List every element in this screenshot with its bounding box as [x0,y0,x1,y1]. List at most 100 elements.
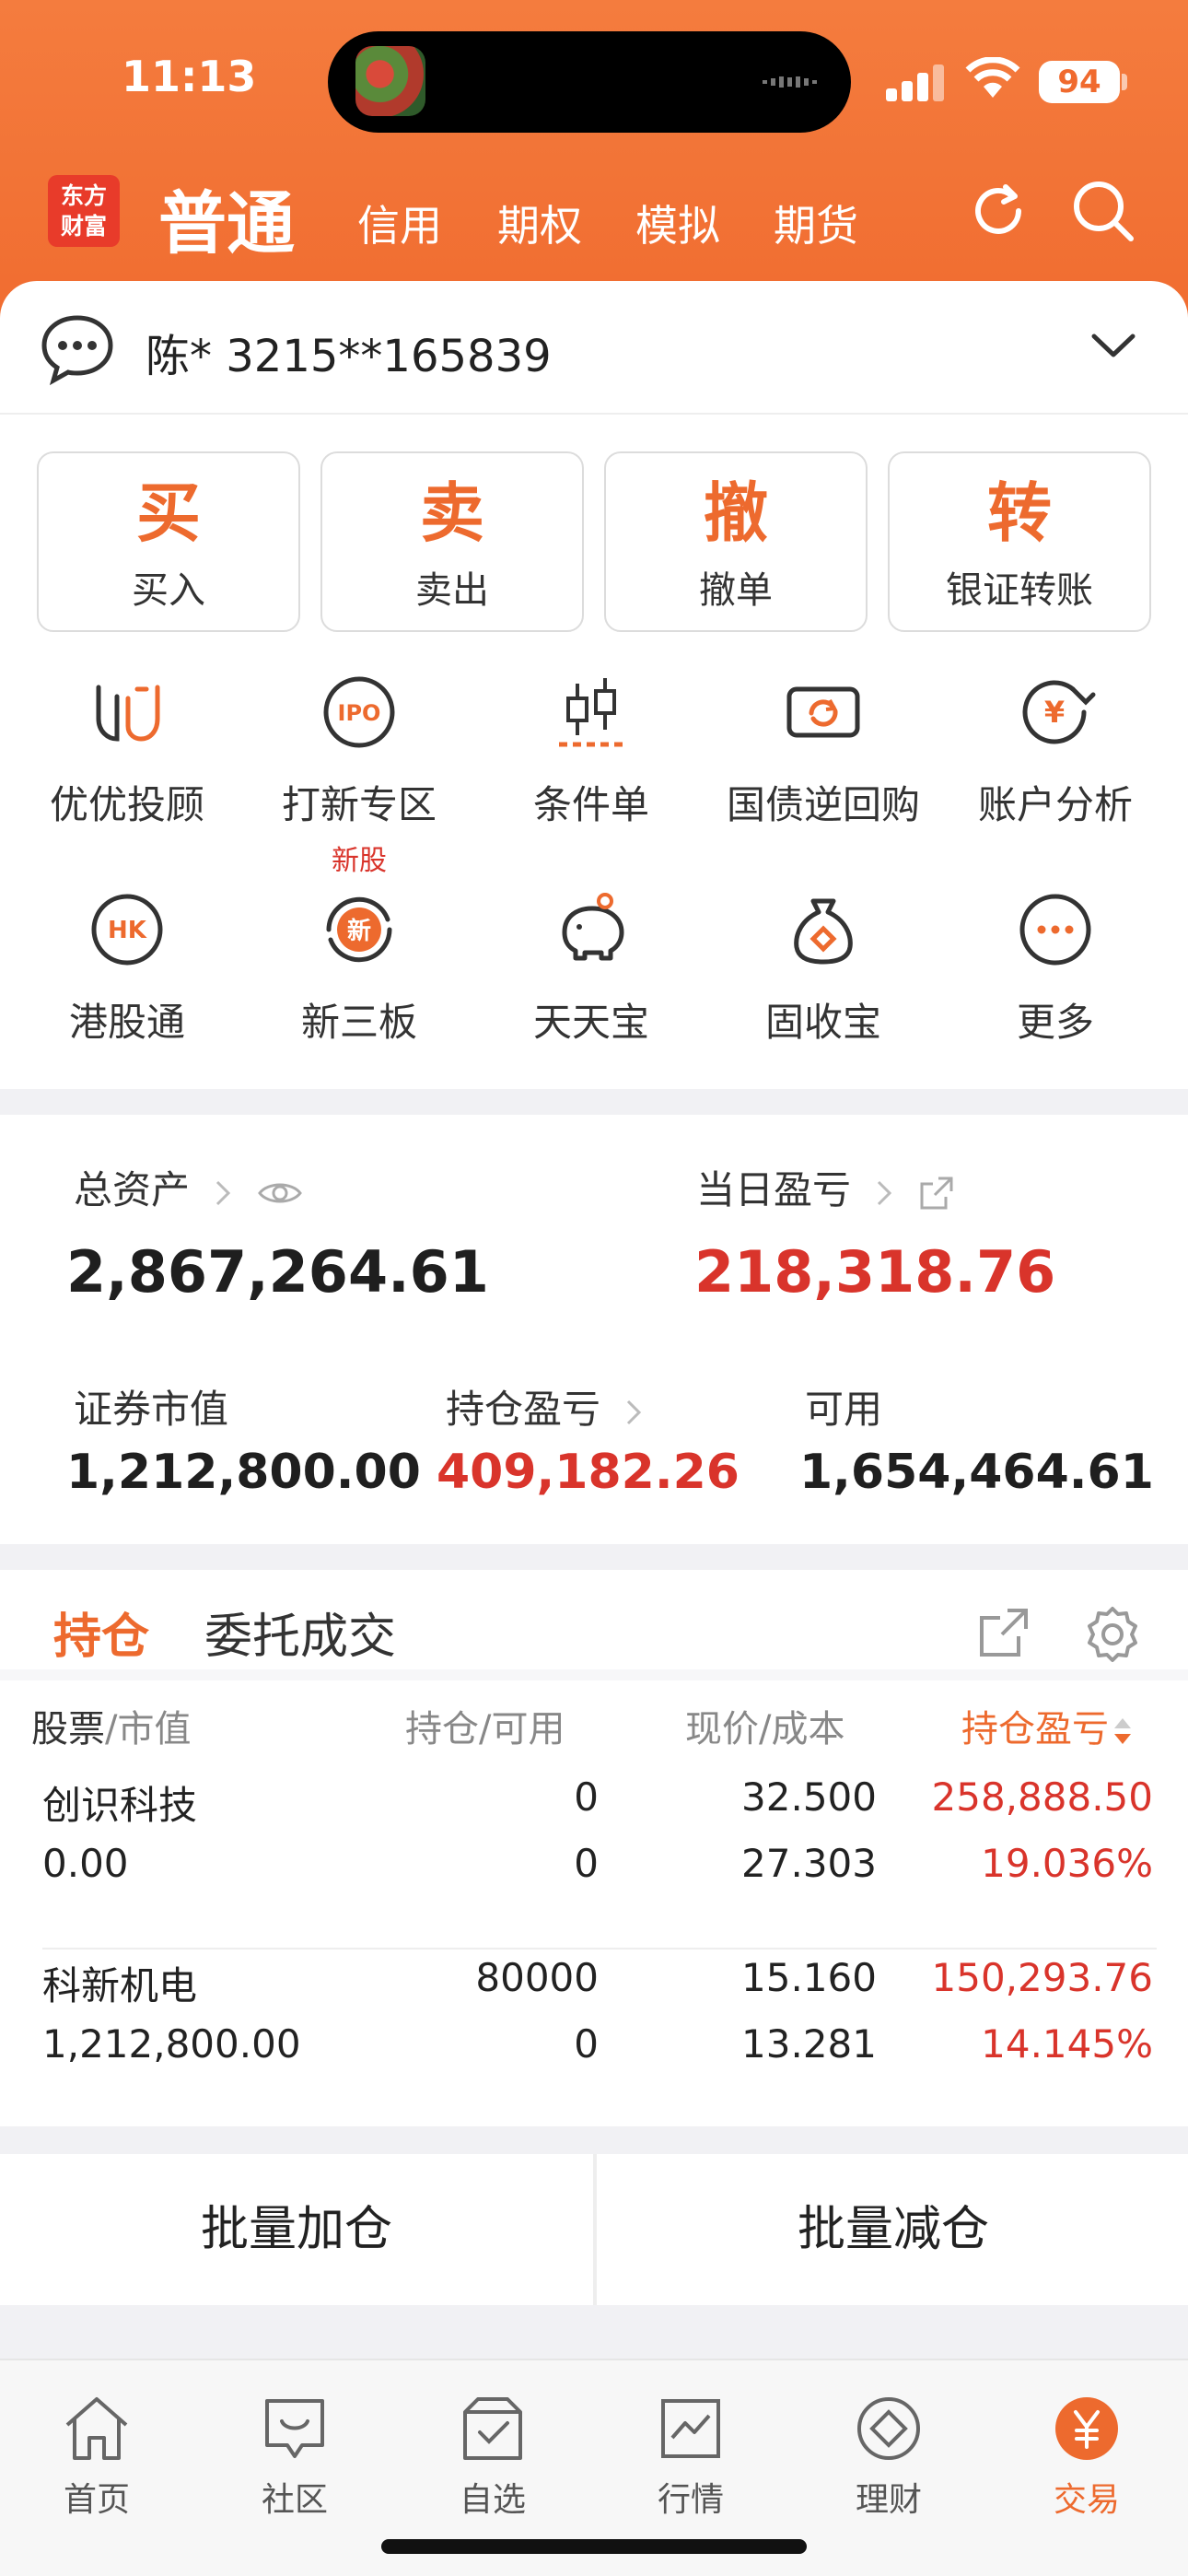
function-reverse-repo[interactable]: 国债逆回购 [707,671,939,830]
tab-label: 交易 [1053,2481,1120,2519]
tab-futures[interactable]: 期货 [774,193,858,253]
batch-add-button[interactable]: 批量加仓 [0,2154,593,2305]
function-neeq[interactable]: 新 新三板 [243,888,475,1048]
account-analysis-icon: ¥ [1022,680,1096,744]
bank-transfer-button[interactable]: 转 银证转账 [888,451,1151,632]
tab-market[interactable]: 行情 [599,2392,783,2521]
tab-options[interactable]: 期权 [497,193,582,253]
col-hold-available[interactable]: 持仓/可用 [405,1699,565,1752]
eastmoney-logo: 东方 财富 [48,175,120,247]
new-stock-tag: 新股 [332,845,387,877]
position-pl: 258,888.50 [931,1774,1153,1820]
export-icon[interactable] [976,1605,1031,1660]
chevron-down-icon[interactable] [1090,331,1136,360]
tab-label: 行情 [657,2481,724,2519]
logo-line-2: 财富 [60,213,107,240]
batch-reduce-button[interactable]: 批量减仓 [597,2154,1188,2305]
now-playing-thumbnail [355,46,425,116]
col-available: /可用 [479,1708,565,1751]
function-label: 国债逆回购 [726,782,920,827]
col-position-pl[interactable]: 持仓盈亏 [961,1699,1133,1752]
positions-panel: 持仓 委托成交 股票/市值 持仓/可用 现价/成本 持仓盈亏 创识科技 0.00… [0,1570,1188,2126]
hold-qty: 0 [574,1774,599,1820]
stock-name: 科新机电 [42,1963,198,2008]
sort-icon [1114,1718,1131,1744]
brand-bar: 东方 财富 普通 信用 期权 模拟 期货 [0,161,1188,281]
home-indicator[interactable] [381,2539,807,2554]
tab-label: 理财 [855,2481,922,2519]
current-price: 15.160 [741,1955,877,2000]
dynamic-island[interactable] [328,31,851,133]
settings-gear-icon[interactable] [1083,1605,1142,1664]
function-more[interactable]: 更多 [939,888,1171,1048]
chevron-right-icon [878,1180,892,1205]
col-price-cost[interactable]: 现价/成本 [685,1699,844,1752]
hk-icon: HK [91,894,163,966]
svg-text:¥: ¥ [1044,695,1065,730]
sell-button[interactable]: 卖 卖出 [320,451,584,632]
tab-watchlist[interactable]: 自选 [401,2392,585,2521]
tab-community[interactable]: 社区 [203,2392,387,2521]
search-icon[interactable] [1068,176,1138,246]
eye-icon[interactable] [257,1178,303,1208]
tab-normal[interactable]: 普通 [158,169,295,267]
more-icon [1019,894,1091,966]
candlestick-icon [559,678,623,747]
svg-text:新: 新 [347,917,371,945]
total-assets-link[interactable]: 总资产 [74,1159,303,1215]
tab-label: 自选 [459,2481,526,2519]
chevron-right-icon [216,1180,231,1205]
function-label: 更多 [1016,1000,1094,1045]
function-account-analysis[interactable]: ¥ 账户分析 [939,671,1171,830]
tab-positions[interactable]: 持仓 [53,1598,149,1667]
position-pl-pct: 19.036% [981,1841,1153,1886]
trade-icon [1055,2397,1118,2460]
position-pl-link[interactable]: 持仓盈亏 [446,1378,642,1434]
share-out-icon[interactable] [918,1175,955,1212]
position-pl: 150,293.76 [931,1955,1153,2000]
buy-char: 买 [136,475,201,551]
function-label: 条件单 [532,782,649,827]
cost-price: 13.281 [741,2021,877,2067]
hold-qty: 80000 [475,1955,599,2000]
col-marketvalue: /市值 [105,1708,192,1751]
cost-price: 27.303 [741,1841,877,1886]
function-advisor[interactable]: 优优投顾 [11,671,243,830]
wifi-icon [965,57,1020,98]
col-stock-marketvalue[interactable]: 股票/市值 [31,1699,191,1752]
table-row[interactable]: 科新机电 1,212,800.00 80000 0 15.160 13.281 … [0,1955,1188,2136]
function-conditional-order[interactable]: 条件单 [475,671,707,830]
piggy-bank-icon [562,893,624,961]
ipo-icon: IPO [323,676,395,748]
cancel-label: 撤单 [699,569,773,612]
col-stock: 股票 [31,1708,105,1751]
current-price: 32.500 [741,1774,877,1820]
function-gushoubao[interactable]: 固收宝 [707,888,939,1048]
tab-home[interactable]: 首页 [5,2392,189,2521]
market-value-label: 证券市值 [74,1387,229,1432]
tab-wealth[interactable]: 理财 [797,2392,981,2521]
chat-bubble-icon[interactable] [41,312,114,386]
buy-button[interactable]: 买 买入 [37,451,300,632]
function-label: 港股通 [68,1000,185,1045]
table-row[interactable]: 创识科技 0.00 0 0 32.500 27.303 258,888.50 1… [0,1774,1188,1955]
cancel-order-button[interactable]: 撤 撤单 [604,451,868,632]
stock-market-value: 0.00 [42,1841,129,1886]
account-selector[interactable]: 陈* 3215**165839 [0,281,1188,415]
function-label: 新三板 [300,1000,417,1045]
watchlist-icon [463,2397,522,2460]
refresh-icon[interactable] [963,176,1033,246]
daily-pl-link[interactable]: 当日盈亏 [696,1159,955,1215]
svg-text:HK: HK [108,917,147,944]
tab-trade[interactable]: 交易 [995,2392,1179,2521]
tab-simulation[interactable]: 模拟 [635,193,720,253]
batch-actions: 批量加仓 批量减仓 [0,2154,1188,2305]
function-ipo[interactable]: IPO 打新专区 新股 [243,671,475,878]
tab-credit[interactable]: 信用 [357,193,442,253]
function-hk-connect[interactable]: HK 港股通 [11,888,243,1048]
status-bar: 11:13 94 [0,0,1188,161]
function-tiantianbao[interactable]: 天天宝 [475,888,707,1048]
daily-pl-label: 当日盈亏 [696,1167,852,1212]
cancel-char: 撤 [704,475,768,551]
tab-orders-trades[interactable]: 委托成交 [204,1598,396,1667]
